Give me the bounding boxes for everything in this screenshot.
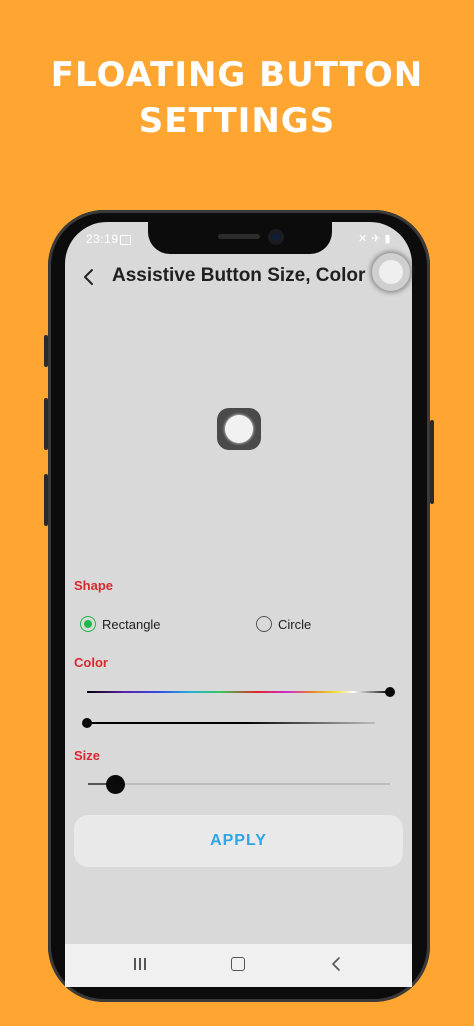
status-time: 23:19 [86, 232, 119, 246]
shade-slider-thumb[interactable] [82, 718, 92, 728]
size-label: Size [74, 748, 101, 763]
color-label: Color [74, 655, 108, 670]
apply-button[interactable]: APPLY [74, 815, 403, 867]
circle-radio[interactable] [256, 616, 272, 632]
rectangle-radio[interactable] [80, 616, 96, 632]
phone-speaker [218, 234, 260, 239]
floating-assistive-button[interactable] [372, 253, 410, 291]
size-slider-track[interactable] [88, 783, 390, 785]
circle-radio-label[interactable]: Circle [278, 617, 311, 632]
shade-slider-track[interactable] [87, 722, 375, 724]
chevron-left-icon[interactable] [78, 262, 100, 292]
promo-title-line-2: SETTINGS [138, 101, 336, 141]
page-title: Assistive Button Size, Color [112, 265, 366, 286]
promo-title: FLOATING BUTTON SETTINGS [0, 52, 474, 144]
wifi-icon: ✈ [371, 233, 381, 245]
hue-slider-track[interactable] [87, 691, 390, 693]
size-slider-thumb[interactable] [106, 775, 125, 794]
recent-apps-icon[interactable] [133, 957, 147, 971]
back-icon[interactable] [329, 955, 343, 973]
image-icon [120, 235, 131, 245]
app-screen [65, 222, 412, 987]
promo-title-line-1: FLOATING BUTTON [50, 55, 424, 95]
battery-icon: ▮ [384, 233, 391, 245]
hue-slider-thumb[interactable] [385, 687, 395, 697]
phone-power-button [430, 420, 434, 504]
assistive-button-preview [217, 408, 261, 450]
shape-label: Shape [74, 578, 114, 593]
phone-camera [268, 229, 284, 245]
status-icons: ✕ ✈ ▮ [358, 232, 395, 245]
mute-icon: ✕ [358, 233, 368, 245]
home-icon[interactable] [231, 957, 245, 971]
rectangle-radio-label[interactable]: Rectangle [102, 617, 161, 632]
